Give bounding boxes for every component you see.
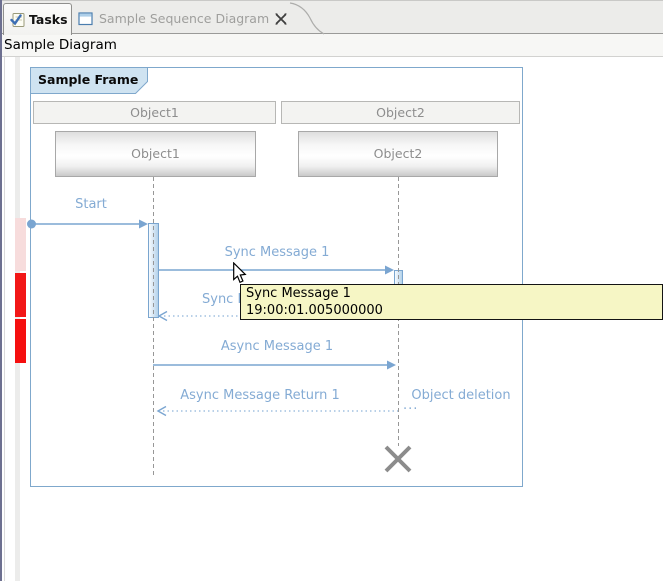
sequence-diagram-view-icon [78,11,94,27]
message-start-label[interactable]: Start [51,197,131,212]
editor-tab-bar: Tasks Sample Sequence Diagram [0,0,663,34]
message-async1-return-label[interactable]: Async Message Return 1 [165,388,355,403]
tab-tasks[interactable]: Tasks [3,3,72,35]
tooltip-title: Sync Message 1 [246,286,662,303]
frame-title: Sample Frame [38,72,138,87]
tab-sample-sequence-diagram-label: Sample Sequence Diagram [99,11,269,26]
tasks-icon [10,12,26,28]
mouse-cursor [233,262,251,286]
stop-icon[interactable] [386,447,410,471]
message-async1-return-arrow[interactable] [158,407,398,416]
close-icon[interactable] [274,12,288,26]
view-title: Sample Diagram [4,37,117,53]
message-async1-arrow[interactable] [153,361,396,370]
message-start-arrow[interactable] [27,220,148,229]
message-sync1-arrow[interactable] [159,266,394,275]
lost-message-ellipsis: ... [403,398,427,413]
tooltip-time: 19:00:01.005000000 [246,303,662,320]
message-sync1-label[interactable]: Sync Message 1 [197,245,357,260]
view-header: Sample Diagram [0,34,663,57]
message-async1-label[interactable]: Async Message 1 [197,339,357,354]
window-left-border [0,0,2,581]
message-tooltip: Sync Message 1 19:00:01.005000000 [240,284,663,320]
tab-tasks-label: Tasks [29,12,68,27]
tab-sample-sequence-diagram[interactable]: Sample Sequence Diagram [72,3,318,35]
